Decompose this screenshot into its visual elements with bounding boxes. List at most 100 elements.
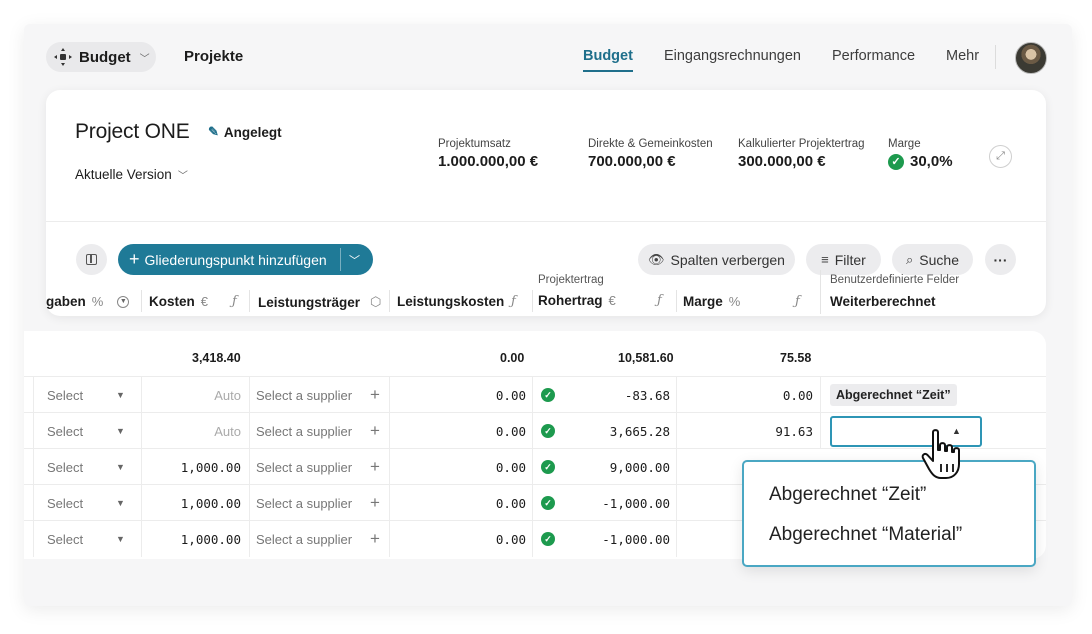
supplier-select[interactable]: Select a supplier (256, 449, 352, 485)
weiterberechnet-cell[interactable]: Abgerechnet “Zeit” (830, 377, 957, 413)
tab-mehr[interactable]: Mehr (946, 48, 979, 64)
type-select[interactable]: Select (47, 449, 83, 485)
column-divider (249, 290, 250, 312)
tab-performance[interactable]: Performance (832, 48, 915, 64)
filter-button[interactable]: ≡ Filter (806, 244, 881, 275)
column-marge[interactable]: Marge % ƒ (683, 294, 807, 309)
kpi-label: Projektumsatz (438, 138, 511, 150)
plus-icon[interactable]: + (370, 413, 380, 449)
hide-columns-button[interactable]: 👁 Spalten verbergen (638, 244, 795, 275)
check-circle-icon: ✓ (541, 449, 555, 485)
tab-budget[interactable]: Budget (583, 48, 633, 72)
check-circle-icon: ✓ (541, 485, 555, 521)
kosten-cell[interactable]: Auto (149, 377, 241, 413)
caret-down-icon[interactable]: ▼ (116, 485, 125, 521)
leistungskosten-cell: 0.00 (495, 495, 526, 511)
kosten-cell[interactable]: 1,000.00 (149, 521, 241, 557)
weiterberechnet-tag: Abgerechnet “Zeit” (830, 384, 957, 406)
status-badge[interactable]: ✎ Angelegt (208, 124, 282, 140)
unit-label: % (728, 294, 741, 309)
filter-icon: ≡ (821, 252, 829, 267)
menu-item-material[interactable]: Abgerechnet “Material” (769, 524, 962, 546)
expand-icon[interactable]: ⤢ (989, 145, 1012, 168)
nav-tabs: Budget Eingangsrechnungen Performance Me… (583, 48, 1010, 72)
column-label: Rohertrag (538, 293, 603, 308)
kpi-label: Kalkulierter Projektertrag (738, 138, 865, 150)
more-icon: ··· (993, 251, 1008, 268)
unit-label: € (200, 294, 208, 309)
search-button[interactable]: ⌕ Suche (892, 244, 973, 275)
supplier-select[interactable]: Select a supplier (256, 485, 352, 521)
eye-icon: 👁 (648, 251, 665, 267)
kpi-label: Direkte & Gemeinkosten (588, 138, 713, 150)
kosten-cell[interactable]: 1,000.00 (149, 485, 241, 521)
add-button-label: Gliederungspunkt hinzufügen (144, 251, 327, 268)
kpi-value: 30,0% (910, 153, 953, 170)
toggle-sidebar-button[interactable] (76, 244, 107, 275)
plus-icon[interactable]: + (370, 377, 380, 413)
cube-icon: ⬡ (370, 294, 382, 309)
hand-pointer-icon (919, 428, 965, 480)
more-button[interactable]: ··· (985, 244, 1016, 275)
avatar[interactable] (1015, 42, 1047, 74)
group-projektertrag: Projektertrag (538, 274, 604, 286)
top-nav: Budget ﹀ Projekte Budget Eingangsrechnun… (24, 24, 1072, 90)
page-title: Project ONE (75, 120, 190, 143)
kpi-projektumsatz: Projektumsatz 1.000.000,00 € (438, 138, 538, 170)
divider (340, 248, 341, 271)
column-abgaben[interactable]: gaben % ▼ (46, 294, 130, 309)
chevron-down-icon[interactable]: ﹀ (349, 252, 360, 268)
kpi-value: 700.000,00 € (588, 153, 676, 170)
caret-down-icon[interactable]: ▼ (116, 377, 125, 413)
column-divider (820, 270, 821, 314)
caret-down-icon[interactable]: ▼ (116, 521, 125, 557)
nav-divider (995, 45, 996, 69)
rohertrag-cell: 3,665.28 (609, 423, 670, 439)
column-leistungstraeger[interactable]: Leistungsträger ⬡ (258, 294, 381, 310)
version-select[interactable]: Aktuelle Version ﹀ (75, 167, 188, 182)
add-outline-point-button[interactable]: + Gliederungspunkt hinzufügen ﹀ (118, 244, 373, 275)
column-rohertrag[interactable]: Rohertrag € ƒ (538, 293, 668, 308)
column-weiterberechnet[interactable]: Weiterberechnet (830, 294, 936, 309)
kpi-kosten: Direkte & Gemeinkosten 700.000,00 € (588, 138, 713, 170)
supplier-select[interactable]: Select a supplier (256, 377, 352, 413)
column-kosten[interactable]: Kosten € ƒ (149, 294, 245, 309)
plus-icon[interactable]: + (370, 485, 380, 521)
status-label: Angelegt (223, 124, 282, 140)
caret-down-icon[interactable]: ▼ (116, 413, 125, 449)
app-switcher[interactable]: Budget ﹀ (46, 42, 156, 72)
unit-label: € (608, 293, 616, 308)
type-select[interactable]: Select (47, 521, 83, 557)
type-select[interactable]: Select (47, 377, 83, 413)
menu-item-zeit[interactable]: Abgerechnet “Zeit” (769, 484, 926, 506)
rohertrag-cell: -1,000.00 (602, 531, 670, 547)
caret-down-icon[interactable]: ▼ (116, 449, 125, 485)
type-select[interactable]: Select (47, 413, 83, 449)
kosten-cell[interactable]: 1,000.00 (149, 449, 241, 485)
formula-icon: ƒ (232, 294, 237, 309)
hide-columns-label: Spalten verbergen (670, 251, 785, 268)
move-icon (54, 48, 72, 66)
check-circle-icon: ✓ (888, 153, 904, 170)
plus-icon[interactable]: + (370, 521, 380, 557)
formula-icon: ƒ (511, 294, 516, 309)
tab-eingangsrechnungen[interactable]: Eingangsrechnungen (664, 48, 801, 64)
column-divider (676, 290, 677, 312)
formula-icon: ƒ (657, 293, 662, 308)
rohertrag-cell: 9,000.00 (609, 459, 670, 475)
type-select[interactable]: Select (47, 485, 83, 521)
marge-cell: 91.63 (775, 423, 813, 439)
app-switcher-label: Budget (79, 48, 131, 66)
plus-icon: + (129, 249, 140, 269)
supplier-select[interactable]: Select a supplier (256, 521, 352, 557)
column-leistungskosten[interactable]: Leistungskosten ƒ (397, 294, 522, 309)
marge-cell: 0.00 (782, 387, 813, 403)
nav-projects[interactable]: Projekte (184, 48, 243, 65)
supplier-select[interactable]: Select a supplier (256, 413, 352, 449)
kosten-cell[interactable]: Auto (149, 413, 241, 449)
app-window: Budget ﹀ Projekte Budget Eingangsrechnun… (24, 24, 1072, 606)
chevron-circle-icon[interactable]: ▼ (117, 295, 130, 308)
kpi-marge: Marge ✓ 30,0% (888, 138, 953, 170)
kpi-value: 300.000,00 € (738, 153, 826, 170)
plus-icon[interactable]: + (370, 449, 380, 485)
